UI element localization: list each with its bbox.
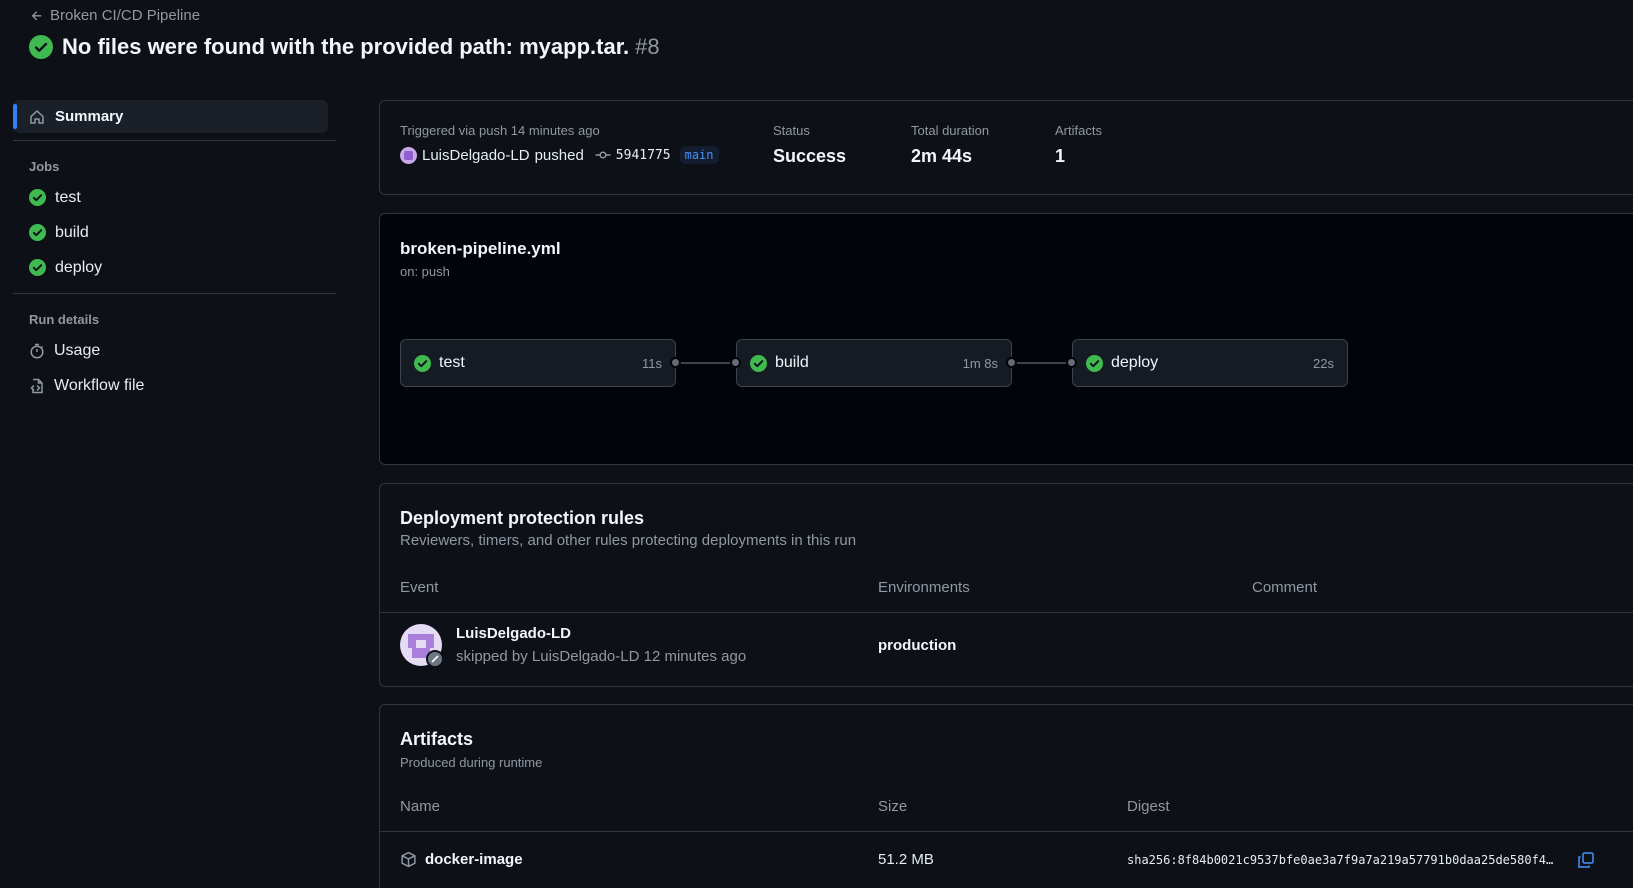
connector-dot: [670, 357, 681, 368]
job-name: build: [775, 354, 809, 371]
check-circle-icon: [414, 354, 431, 372]
branch-badge[interactable]: main: [679, 146, 719, 164]
artifacts-title: Artifacts: [400, 729, 474, 749]
git-commit-icon: [595, 151, 611, 159]
sidebar-item-label: test: [55, 188, 81, 206]
sidebar-item-label: deploy: [55, 258, 103, 276]
workflow-file-icon: [30, 378, 43, 393]
jobs-heading: Jobs: [29, 159, 60, 174]
workflow-graph-card: broken-pipeline.yml on: push test 11s bu…: [379, 213, 1633, 465]
sidebar: Summary Jobs test build deploy Run detai…: [13, 100, 336, 403]
skip-badge: [426, 650, 444, 668]
commit-sha-link[interactable]: 5941775: [616, 148, 671, 163]
check-circle-icon: [750, 354, 767, 372]
copy-icon: [1578, 852, 1594, 868]
sidebar-item-workflow-file[interactable]: Workflow file: [13, 368, 336, 403]
back-link[interactable]: Broken CI/CD Pipeline: [30, 7, 200, 24]
artifacts-count-label: Artifacts: [1055, 123, 1102, 138]
home-icon: [30, 109, 44, 124]
sidebar-item-job-deploy[interactable]: deploy: [13, 250, 336, 285]
artifacts-count-section: Artifacts 1: [1055, 123, 1102, 167]
workflow-file-name: broken-pipeline.yml: [400, 239, 561, 258]
sidebar-item-job-test[interactable]: test: [13, 180, 336, 215]
check-circle-icon: [29, 224, 46, 241]
environment-value: production: [878, 637, 957, 654]
column-header-comment: Comment: [1252, 579, 1318, 596]
job-name: test: [439, 354, 465, 371]
page-title: No files were found with the provided pa…: [62, 34, 660, 60]
column-header-size: Size: [878, 798, 908, 815]
workflow-trigger: on: push: [400, 264, 450, 279]
duration-section: Total duration 2m 44s: [911, 123, 989, 167]
check-circle-icon: [29, 189, 46, 206]
artifacts-count-value[interactable]: 1: [1055, 146, 1102, 167]
graph-job-build[interactable]: build 1m 8s: [736, 339, 1012, 387]
sidebar-item-summary[interactable]: Summary: [13, 100, 328, 133]
job-duration: 22s: [1313, 355, 1334, 371]
column-header-environments: Environments: [878, 579, 970, 596]
back-link-label: Broken CI/CD Pipeline: [50, 7, 201, 24]
sidebar-item-label: Usage: [54, 341, 101, 359]
artifact-row: docker-image: [400, 851, 523, 868]
job-duration: 11s: [642, 355, 662, 371]
check-circle-icon: [29, 35, 53, 59]
push-line: LuisDelgado-LD pushed 5941775 main: [400, 146, 719, 164]
artifact-size: 51.2 MB: [878, 851, 934, 868]
run-summary-card: Triggered via push 14 minutes ago LuisDe…: [379, 100, 1633, 195]
job-name: deploy: [1111, 354, 1159, 371]
connector-dot: [730, 357, 741, 368]
push-action: pushed: [534, 146, 584, 164]
check-circle-icon: [29, 259, 46, 276]
run-number: #8: [635, 34, 660, 59]
sidebar-divider: [13, 140, 336, 141]
skipped-detail: skipped by LuisDelgado-LD 12 minutes ago: [456, 648, 747, 665]
artifacts-subtitle: Produced during runtime: [400, 755, 543, 770]
column-header-event: Event: [400, 579, 439, 596]
artifacts-card: Artifacts Produced during runtime Name S…: [379, 704, 1633, 888]
page-title-text: No files were found with the provided pa…: [62, 34, 630, 59]
column-header-name: Name: [400, 798, 441, 815]
trigger-info: Triggered via push 14 minutes ago LuisDe…: [400, 123, 719, 164]
deployment-rules-card: Deployment protection rules Reviewers, t…: [379, 483, 1633, 687]
status-value: Success: [773, 146, 847, 166]
table-divider: [380, 612, 1633, 613]
deployment-rules-subtitle: Reviewers, timers, and other rules prote…: [400, 532, 857, 549]
job-connector: [676, 362, 736, 364]
arrow-left-icon: [31, 10, 42, 20]
reviewer-link[interactable]: LuisDelgado-LD: [456, 625, 571, 642]
job-connector: [1012, 362, 1072, 364]
artifact-name-link[interactable]: docker-image: [425, 851, 523, 868]
status-section: Status Success: [773, 123, 846, 167]
job-duration: 1m 8s: [962, 355, 998, 371]
actor-link[interactable]: LuisDelgado-LD: [422, 147, 530, 164]
deployment-rules-title: Deployment protection rules: [400, 508, 645, 528]
graph-job-deploy[interactable]: deploy 22s: [1072, 339, 1348, 387]
sidebar-item-label: build: [55, 223, 89, 241]
sidebar-item-usage[interactable]: Usage: [13, 333, 336, 368]
page-title-row: No files were found with the provided pa…: [29, 34, 660, 60]
connector-dot: [1066, 357, 1077, 368]
copy-digest-button[interactable]: [1577, 851, 1595, 869]
sidebar-item-label: Workflow file: [54, 376, 145, 394]
stopwatch-icon: [30, 343, 44, 359]
duration-label: Total duration: [911, 123, 990, 138]
run-details-heading: Run details: [29, 312, 100, 327]
connector-dot: [1006, 357, 1017, 368]
status-label: Status: [773, 123, 810, 138]
graph-job-test[interactable]: test 11s: [400, 339, 676, 387]
avatar[interactable]: [400, 146, 417, 164]
sidebar-divider: [13, 293, 336, 294]
skip-icon: [431, 655, 439, 663]
check-circle-icon: [1086, 354, 1103, 372]
column-header-digest: Digest: [1127, 798, 1170, 815]
trigger-label: Triggered via push 14 minutes ago: [400, 123, 600, 138]
duration-value: 2m 44s: [911, 146, 973, 166]
sidebar-item-label: Summary: [55, 108, 124, 125]
sidebar-item-job-build[interactable]: build: [13, 215, 336, 250]
package-icon: [401, 851, 416, 868]
table-divider: [380, 831, 1633, 832]
artifact-digest: sha256:8f84b0021c9537bfe0ae3a7f9a7a219a5…: [1127, 853, 1554, 867]
